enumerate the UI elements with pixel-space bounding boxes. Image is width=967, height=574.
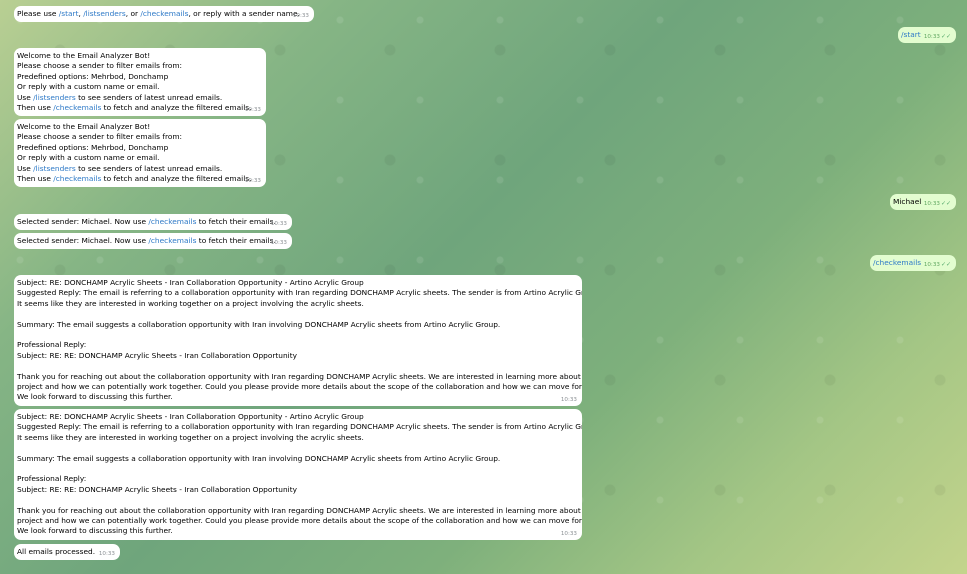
message-text: Please use /start, /listsenders, or /che…: [17, 9, 300, 18]
message-bubble[interactable]: Welcome to the Email Analyzer Bot! Pleas…: [14, 119, 266, 187]
checkemails-command-link[interactable]: /checkemails: [140, 9, 188, 18]
email-analysis-bubble[interactable]: Subject: RE: DONCHAMP Acrylic Sheets - I…: [14, 275, 582, 406]
checkemails-command-link[interactable]: /checkemails: [148, 236, 196, 245]
message-bubble[interactable]: Selected sender: Michael. Now use /check…: [14, 214, 292, 230]
checkemails-command-link[interactable]: /checkemails: [53, 174, 101, 183]
message-line: Predefined options: Mehrbod, Donchamp: [17, 71, 169, 81]
message-time: 10:33: [270, 220, 287, 227]
message-time: 10:33: [560, 530, 577, 537]
message-text: Selected sender: Michael. Now use /check…: [17, 217, 276, 226]
reply-body-line: Thank you for reaching out about the col…: [17, 371, 582, 381]
double-check-icon: ✓✓: [940, 260, 951, 268]
reply-body-line: project and how we can potentially work …: [17, 515, 582, 525]
message-line: Or reply with a custom name or email.: [17, 153, 160, 163]
outgoing-message-bubble[interactable]: /start 10:33✓✓: [898, 27, 956, 43]
message-time: 10:33: [244, 106, 261, 113]
reply-body-line: We look forward to discussing this furth…: [17, 392, 173, 402]
double-check-icon: ✓✓: [940, 199, 951, 207]
message-time: 10:33: [244, 177, 261, 184]
subject-line: Subject: RE: DONCHAMP Acrylic Sheets - I…: [17, 412, 364, 421]
suggested-reply-line: Suggested Reply: The email is referring …: [17, 288, 582, 298]
listsenders-command-link[interactable]: /listsenders: [33, 164, 76, 173]
professional-reply-heading: Professional Reply:: [17, 340, 87, 350]
message-time: 10:33: [560, 396, 577, 403]
message-time: 10:33: [923, 261, 940, 268]
reply-body-line: We look forward to discussing this furth…: [17, 526, 173, 536]
message-time: 10:33: [270, 239, 287, 246]
message-line: Welcome to the Email Analyzer Bot!: [17, 122, 151, 131]
message-line: It seems like they are interested in wor…: [17, 298, 364, 308]
message-bubble[interactable]: All emails processed. 10:33: [14, 544, 120, 560]
message-time: 10:33: [98, 550, 115, 557]
message-text: Selected sender: Michael. Now use /check…: [17, 236, 276, 245]
message-line: It seems like they are interested in wor…: [17, 432, 364, 442]
email-analysis-bubble[interactable]: Subject: RE: DONCHAMP Acrylic Sheets - I…: [14, 409, 582, 540]
message-time: 10:33: [923, 200, 940, 207]
message-line: Please choose a sender to filter emails …: [17, 61, 183, 71]
checkemails-command-link[interactable]: /checkemails: [148, 217, 196, 226]
message-bubble[interactable]: Selected sender: Michael. Now use /check…: [14, 233, 292, 249]
message-time: 10:33: [292, 12, 309, 19]
message-time: 10:33: [923, 33, 940, 40]
summary-line: Summary: The email suggests a collaborat…: [17, 319, 501, 329]
start-command-link[interactable]: /start: [59, 9, 79, 18]
message-bubble[interactable]: Please use /start, /listsenders, or /che…: [14, 6, 314, 22]
listsenders-command-link[interactable]: /listsenders: [83, 9, 126, 18]
professional-reply-heading: Professional Reply:: [17, 474, 87, 484]
message-line: Or reply with a custom name or email.: [17, 82, 160, 92]
reply-body-line: project and how we can potentially work …: [17, 381, 582, 391]
outgoing-message-bubble[interactable]: Michael 10:33✓✓: [890, 194, 956, 210]
reply-subject-line: Subject: RE: RE: DONCHAMP Acrylic Sheets…: [17, 350, 297, 360]
suggested-reply-line: Suggested Reply: The email is referring …: [17, 422, 582, 432]
message-line: Then use /checkemails to fetch and analy…: [17, 173, 252, 183]
message-line: Predefined options: Mehrbod, Donchamp: [17, 142, 169, 152]
message-line: Please choose a sender to filter emails …: [17, 132, 183, 142]
summary-line: Summary: The email suggests a collaborat…: [17, 453, 501, 463]
message-line: Use /listsenders to see senders of lates…: [17, 163, 223, 173]
message-line: Use /listsenders to see senders of lates…: [17, 92, 223, 102]
subject-line: Subject: RE: DONCHAMP Acrylic Sheets - I…: [17, 278, 364, 287]
message-line: Then use /checkemails to fetch and analy…: [17, 102, 252, 112]
listsenders-command-link[interactable]: /listsenders: [33, 93, 76, 102]
checkemails-command-link[interactable]: /checkemails: [53, 103, 101, 112]
message-bubble[interactable]: Welcome to the Email Analyzer Bot! Pleas…: [14, 48, 266, 116]
outgoing-message-bubble[interactable]: /checkemails 10:33✓✓: [870, 255, 956, 271]
reply-subject-line: Subject: RE: RE: DONCHAMP Acrylic Sheets…: [17, 484, 297, 494]
message-line: Welcome to the Email Analyzer Bot!: [17, 51, 151, 60]
reply-body-line: Thank you for reaching out about the col…: [17, 505, 582, 515]
double-check-icon: ✓✓: [940, 32, 951, 40]
